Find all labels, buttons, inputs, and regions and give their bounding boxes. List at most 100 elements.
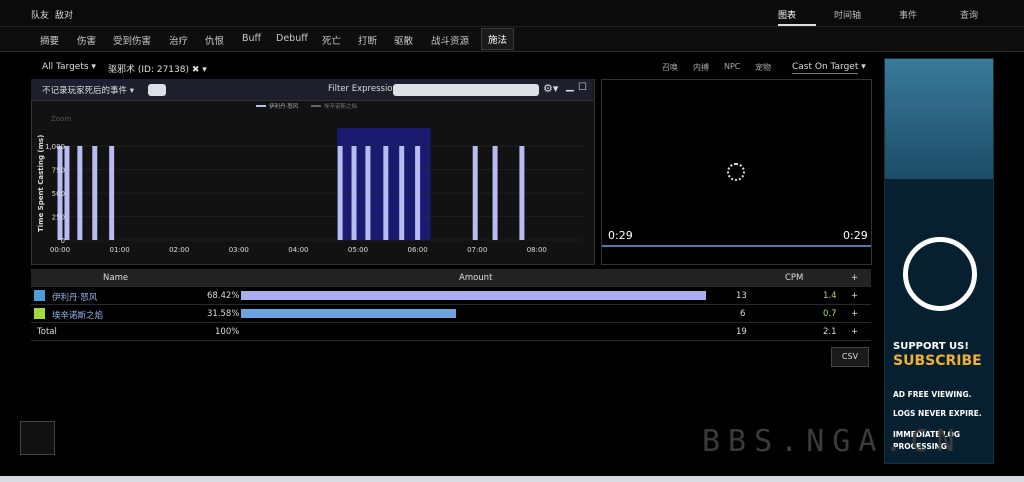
cast-bar [399, 146, 405, 240]
death-filter-toggle[interactable] [148, 84, 166, 96]
x-tick-label: 00:00 [50, 246, 70, 254]
ad-subscribe-text: SUBSCRIBE [893, 353, 982, 369]
qr-code-icon[interactable] [20, 421, 55, 455]
replay-progress-bar[interactable] [602, 245, 871, 247]
y-tick-label: 250 [52, 214, 65, 222]
cast-time-chart: 伊利丹·怒风 埃辛诺斯之焰 Zoom 0 250 500 750 1,000 00:00 0… [37, 102, 583, 254]
ad-support-text: SUPPORT US! [893, 341, 969, 352]
row-add-button[interactable]: + [851, 309, 858, 319]
x-tick-label: 07:00 [467, 246, 487, 254]
option-summons[interactable]: 召唤 [662, 62, 678, 73]
x-tick-label: 06:00 [408, 246, 428, 254]
tab-casts[interactable]: 施法 [481, 28, 515, 50]
table-row[interactable]: 埃辛诺斯之焰 31.58% 6 0.7 + [31, 305, 871, 323]
cast-bar [383, 146, 389, 240]
tab-summary[interactable]: 摘要 [40, 33, 59, 47]
death-filter-dropdown[interactable]: 不记录玩家死后的事件 ▾ [42, 84, 134, 96]
x-tick-label: 03:00 [229, 246, 249, 254]
x-tick-label: 01:00 [110, 246, 130, 254]
option-pets[interactable]: 宠物 [755, 62, 771, 73]
tab-damage-taken[interactable]: 受到伤害 [113, 33, 151, 47]
subscribe-ad[interactable]: SUPPORT US! SUBSCRIBE AD FREE VIEWING. L… [884, 58, 994, 464]
x-tick-label: 08:00 [527, 246, 547, 254]
y-tick-label: 1,000 [45, 143, 65, 151]
loading-spinner-icon [727, 163, 745, 181]
csv-button[interactable]: CSV [831, 347, 869, 367]
legend-swatch-flame [311, 105, 321, 107]
header-add-column[interactable]: + [851, 273, 858, 283]
y-axis-label: Time Spent Casting (ms) [37, 135, 45, 232]
top-bar: 队友 敌对 图表 时间轴 事件 查询 [0, 0, 1024, 27]
replay-time-current: 0:29 [608, 229, 633, 242]
tab-resources[interactable]: 战斗资源 [431, 33, 469, 47]
cast-on-target-dropdown[interactable]: Cast On Target ▾ [792, 62, 866, 74]
griffin-artwork [885, 59, 993, 179]
cast-bar [109, 146, 115, 240]
tab-threat[interactable]: 仇恨 [205, 33, 224, 47]
nav-charts[interactable]: 图表 [778, 8, 796, 21]
y-tick-label: 750 [52, 167, 65, 175]
zoom-label[interactable]: Zoom [51, 115, 71, 123]
option-npc[interactable]: NPC [724, 62, 740, 71]
cast-bar [365, 146, 371, 240]
gear-icon[interactable]: ⚙▾ [543, 82, 558, 95]
bottom-strip [0, 476, 1024, 482]
flame-icon [34, 308, 45, 319]
illidan-icon [34, 290, 45, 301]
filter-expression-input[interactable] [393, 84, 539, 96]
legend-swatch-illidan [256, 105, 266, 107]
tab-damage-done[interactable]: 伤害 [77, 33, 96, 47]
cast-bar [519, 146, 525, 240]
amount-bar [241, 291, 706, 300]
tab-interrupts[interactable]: 打断 [358, 33, 377, 47]
cast-bar [415, 146, 421, 240]
cast-bar [77, 146, 83, 240]
header-cpm[interactable]: CPM [785, 273, 803, 283]
close-icon[interactable]: ✖ [192, 65, 200, 75]
tab-debuffs[interactable]: Debuff [276, 33, 308, 44]
y-tick-label: 500 [52, 190, 65, 198]
table-row[interactable]: 伊利丹·怒风 68.42% 13 1.4 + [31, 287, 871, 305]
nav-timeline[interactable]: 时间轴 [834, 8, 861, 21]
chart-legend: 伊利丹·怒风 埃辛诺斯之焰 [256, 102, 358, 110]
row-count: 13 [736, 291, 747, 301]
tab-deaths[interactable]: 死亡 [322, 33, 341, 47]
replay-panel: 0:29 0:29 [601, 79, 872, 265]
nav-query[interactable]: 查询 [960, 8, 978, 21]
x-tick-label: 04:00 [288, 246, 308, 254]
legend-label-flame: 埃辛诺斯之焰 [324, 102, 358, 110]
cast-bar [64, 146, 70, 240]
y-tick-label: 0 [61, 237, 65, 245]
tab-buffs[interactable]: Buff [242, 33, 261, 44]
row-percent: 31.58% [207, 309, 240, 319]
row-name[interactable]: 埃辛诺斯之焰 [52, 309, 103, 321]
total-cpm: 2.1 [823, 327, 837, 337]
total-percent: 100% [215, 327, 240, 337]
row-add-button[interactable]: + [851, 291, 858, 301]
maximize-icon[interactable]: ☐ [578, 82, 587, 93]
friendly-link[interactable]: 队友 [31, 8, 49, 21]
cast-bar [92, 146, 98, 240]
header-name[interactable]: Name [103, 273, 128, 283]
tab-healing[interactable]: 治疗 [169, 33, 188, 47]
table-total-row: Total 100% 19 2.1 + [31, 323, 871, 341]
tab-dispels[interactable]: 驱散 [394, 33, 413, 47]
option-melee[interactable]: 内搏 [693, 62, 709, 73]
hostile-link[interactable]: 敌对 [55, 8, 73, 21]
cast-bar [492, 146, 498, 240]
cast-bar [472, 146, 478, 240]
row-name[interactable]: 伊利丹·怒风 [52, 291, 97, 303]
spell-filter[interactable]: 驱邪术 (ID: 27138) ✖ ▾ [108, 62, 207, 75]
row-cpm: 0.7 [823, 309, 837, 319]
header-amount[interactable]: Amount [459, 273, 492, 283]
nav-events[interactable]: 事件 [899, 8, 917, 21]
total-add-button[interactable]: + [851, 327, 858, 337]
nav-active-indicator [778, 24, 816, 26]
ad-feature: AD FREE VIEWING. [893, 390, 972, 399]
row-percent: 68.42% [207, 291, 240, 301]
all-targets-dropdown[interactable]: All Targets ▾ [42, 62, 96, 72]
minimize-icon[interactable]: ▁ [566, 81, 574, 92]
cast-bar [337, 146, 343, 240]
total-count: 19 [736, 327, 747, 337]
logo-icon [903, 237, 977, 311]
